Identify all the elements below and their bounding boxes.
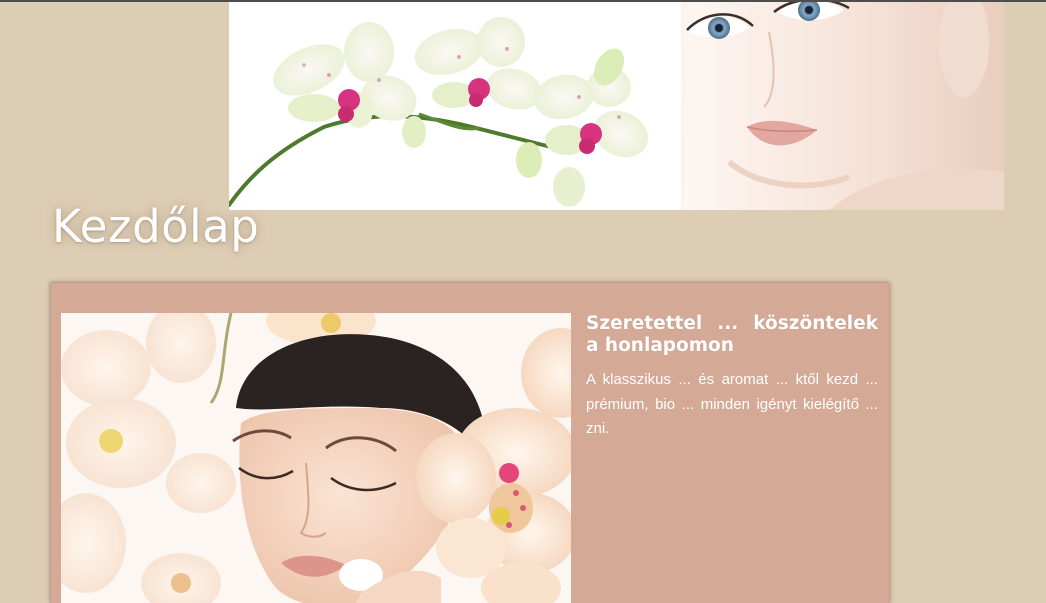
welcome-text: Szeretettel ... köszöntelek a honlapomon… [586, 313, 878, 456]
intro-paragraph: A klasszikus ... és aromat ... ktől kezd… [586, 371, 878, 437]
banner-face-image [681, 2, 1004, 210]
page-title: Kezdőlap [52, 200, 260, 253]
welcome-card: Szeretettel ... köszöntelek a honlapomon… [51, 283, 889, 603]
welcome-heading: Szeretettel ... köszöntelek a honlapomon [586, 313, 878, 356]
header-banner [229, 2, 1004, 210]
banner-orchid-image [229, 2, 684, 210]
facial-treatment-image [61, 313, 571, 603]
